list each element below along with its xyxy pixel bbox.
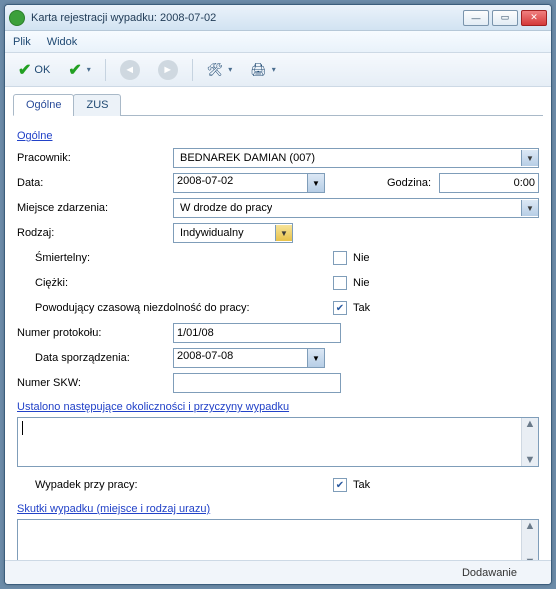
checkbox-checked-icon: ✔ — [333, 478, 347, 492]
fatal-text: Nie — [353, 252, 370, 264]
ok-button[interactable]: ✔ OK — [11, 57, 57, 83]
printer-icon: 🖨 — [250, 62, 267, 78]
app-icon — [9, 10, 25, 26]
close-button[interactable]: ✕ — [521, 10, 547, 26]
scroll-up-icon[interactable]: ▲ — [525, 418, 536, 430]
section-general: Ogólne — [17, 130, 539, 142]
chevron-down-icon[interactable]: ▼ — [275, 225, 292, 241]
label-protocol-no: Numer protokołu: — [17, 327, 173, 339]
arrow-left-icon: ◄ — [120, 60, 140, 80]
app-window: Karta rejestracji wypadku: 2008-07-02 — … — [4, 4, 552, 585]
label-hour: Godzina: — [325, 177, 439, 189]
scrollbar[interactable]: ▲▼ — [521, 418, 538, 466]
accident-at-work-checkbox[interactable]: ✔ Tak — [333, 478, 370, 492]
separator — [192, 59, 193, 81]
minimize-button[interactable]: — — [463, 10, 489, 26]
label-accident-at-work: Wypadek przy pracy: — [17, 479, 333, 491]
titlebar[interactable]: Karta rejestracji wypadku: 2008-07-02 — … — [5, 5, 551, 31]
kind-value: Indywidualny — [177, 227, 244, 239]
event-place-value: W drodze do pracy — [177, 202, 272, 214]
event-place-combo[interactable]: W drodze do pracy ▼ — [173, 198, 539, 218]
apply-button[interactable]: ✔ ▾ — [61, 57, 97, 83]
nav-back-button[interactable]: ◄ — [113, 57, 147, 83]
chevron-down-icon[interactable]: ▼ — [307, 174, 324, 192]
menu-view[interactable]: Widok — [47, 36, 78, 48]
fatal-checkbox[interactable]: Nie — [333, 251, 370, 265]
label-severe: Ciężki: — [17, 277, 333, 289]
employee-combo[interactable]: BEDNAREK DAMIAN (007) ▼ — [173, 148, 539, 168]
accident-at-work-text: Tak — [353, 479, 370, 491]
chevron-down-icon: ▾ — [228, 65, 232, 74]
label-fatal: Śmiertelny: — [17, 252, 333, 264]
chevron-down-icon: ▾ — [87, 65, 91, 74]
separator — [105, 59, 106, 81]
label-date: Data: — [17, 177, 173, 189]
kind-combo[interactable]: Indywidualny ▼ — [173, 223, 293, 243]
menu-file[interactable]: Plik — [13, 36, 31, 48]
severe-text: Nie — [353, 277, 370, 289]
scrollbar[interactable]: ▲▼ — [521, 520, 538, 560]
statusbar: Dodawanie — [5, 560, 551, 584]
date-value: 2008-07-02 — [174, 174, 307, 192]
text-cursor — [22, 421, 23, 435]
date-field[interactable]: 2008-07-02 ▼ — [173, 173, 325, 193]
chevron-down-icon[interactable]: ▼ — [307, 349, 324, 367]
checkbox-checked-icon: ✔ — [333, 301, 347, 315]
check-icon: ✔ — [18, 60, 31, 80]
check-icon: ✔ — [68, 60, 81, 80]
chevron-down-icon: ▾ — [272, 65, 276, 74]
chevron-down-icon[interactable]: ▼ — [521, 200, 538, 216]
tools-icon: 🛠 — [207, 62, 224, 78]
chevron-down-icon[interactable]: ▼ — [521, 150, 538, 166]
skw-no-field[interactable] — [173, 373, 341, 393]
prepared-date-value: 2008-07-08 — [174, 349, 307, 367]
arrow-right-icon: ► — [158, 60, 178, 80]
prepared-date-field[interactable]: 2008-07-08 ▼ — [173, 348, 325, 368]
scroll-down-icon[interactable]: ▼ — [525, 556, 536, 560]
label-event-place: Miejsce zdarzenia: — [17, 202, 173, 214]
ok-label: OK — [34, 64, 50, 76]
window-buttons: — ▭ ✕ — [463, 10, 547, 26]
scroll-up-icon[interactable]: ▲ — [525, 520, 536, 532]
temp-disability-checkbox[interactable]: ✔ Tak — [333, 301, 370, 315]
effects-textarea[interactable]: ▲▼ — [17, 519, 539, 560]
label-skw-no: Numer SKW: — [17, 377, 173, 389]
status-mode: Dodawanie — [462, 567, 517, 579]
print-button[interactable]: 🖨 ▾ — [243, 57, 283, 83]
nav-forward-button[interactable]: ► — [151, 57, 185, 83]
content-area: Ogólne ZUS Ogólne Pracownik: BEDNAREK DA… — [5, 87, 551, 560]
menubar: Plik Widok — [5, 31, 551, 53]
maximize-button[interactable]: ▭ — [492, 10, 518, 26]
circumstances-textarea[interactable]: ▲▼ — [17, 417, 539, 467]
section-effects: Skutki wypadku (miejsce i rodzaj urazu) — [17, 503, 539, 515]
label-employee: Pracownik: — [17, 152, 173, 164]
protocol-no-field[interactable] — [173, 323, 341, 343]
employee-value: BEDNAREK DAMIAN (007) — [177, 152, 315, 164]
label-prepared-date: Data sporządzenia: — [17, 352, 173, 364]
section-circumstances: Ustalono następujące okoliczności i przy… — [17, 401, 539, 413]
tools-button[interactable]: 🛠 ▾ — [200, 57, 240, 83]
toolbar: ✔ OK ✔ ▾ ◄ ► 🛠 ▾ 🖨 ▾ — [5, 53, 551, 87]
tabstrip: Ogólne ZUS — [13, 93, 543, 116]
tab-zus[interactable]: ZUS — [73, 94, 121, 116]
scroll-down-icon[interactable]: ▼ — [525, 454, 536, 466]
checkbox-icon — [333, 251, 347, 265]
severe-checkbox[interactable]: Nie — [333, 276, 370, 290]
general-panel: Ogólne Pracownik: BEDNAREK DAMIAN (007) … — [13, 116, 543, 560]
label-kind: Rodzaj: — [17, 227, 173, 239]
tab-general[interactable]: Ogólne — [13, 94, 74, 116]
window-title: Karta rejestracji wypadku: 2008-07-02 — [31, 12, 463, 24]
hour-field[interactable] — [439, 173, 539, 193]
temp-disability-text: Tak — [353, 302, 370, 314]
checkbox-icon — [333, 276, 347, 290]
label-temp-disability: Powodujący czasową niezdolność do pracy: — [17, 302, 333, 314]
